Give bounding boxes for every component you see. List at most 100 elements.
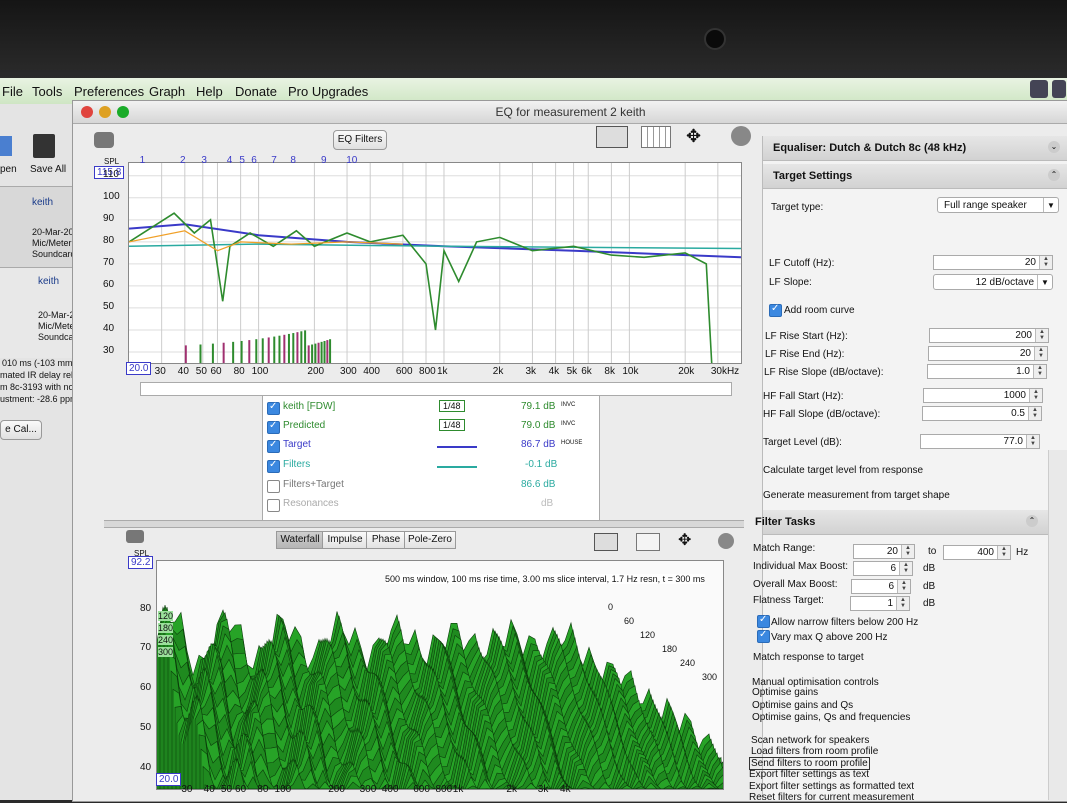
equaliser-header[interactable]: Equaliser: Dutch & Dutch 8c (48 kHz) ⌄: [763, 136, 1067, 161]
camera-icon[interactable]: [94, 132, 114, 148]
tab-impulse[interactable]: Impulse: [322, 531, 368, 549]
allow-narrow-filters-checkbox[interactable]: [757, 614, 770, 628]
individual-max-boost-field[interactable]: 6 ▲ ▼: [853, 561, 913, 576]
load-filters-button[interactable]: Load filters from room profile: [751, 746, 878, 757]
waterfall-plot[interactable]: [156, 560, 724, 790]
stepper-icon[interactable]: ▲ ▼: [1039, 256, 1052, 269]
panel-scrollbar[interactable]: [1048, 450, 1067, 800]
scan-network-button[interactable]: Scan network for speakers: [751, 735, 869, 746]
splitter[interactable]: [104, 520, 744, 528]
waterfall-blank-icon[interactable]: [636, 533, 660, 551]
target-settings-header[interactable]: Target Settings ⌃: [763, 164, 1067, 189]
stepper-icon[interactable]: ▲ ▼: [899, 562, 912, 575]
waterfall-x-tick: 30: [181, 784, 193, 795]
menu-graph[interactable]: Graph: [149, 84, 185, 99]
stepper-icon[interactable]: ▲ ▼: [1034, 347, 1047, 360]
hf-fall-slope-field[interactable]: 0.5 ▲ ▼: [922, 406, 1042, 421]
stepper-icon[interactable]: ▲ ▼: [1033, 365, 1046, 378]
stepper-icon[interactable]: ▲ ▼: [1026, 435, 1039, 448]
hf-fall-start-field[interactable]: 1000 ▲ ▼: [923, 388, 1043, 403]
gear-icon[interactable]: [731, 126, 751, 146]
lf-cutoff-field[interactable]: 20 ▲ ▼: [933, 255, 1053, 270]
open-icon[interactable]: [0, 136, 12, 156]
chevron-up-icon[interactable]: ⌃: [1026, 515, 1038, 527]
waterfall-gear-icon[interactable]: [718, 533, 734, 549]
tab-pole-zero[interactable]: Pole-Zero: [404, 531, 456, 549]
stepper-icon[interactable]: ▲ ▼: [1029, 389, 1042, 402]
legend-predicted-checkbox[interactable]: [267, 420, 280, 434]
chevron-up-icon[interactable]: ⌃: [1048, 169, 1060, 181]
match-range-from-field[interactable]: 20 ▲ ▼: [853, 544, 915, 559]
cloud-icon[interactable]: [1030, 80, 1048, 98]
waterfall-camera-icon[interactable]: [126, 530, 144, 543]
stepper-icon[interactable]: ▲ ▼: [997, 546, 1010, 559]
measurement-1-mic: Mic/Meter:: [32, 238, 75, 248]
layout-icon[interactable]: [596, 126, 628, 148]
menu-help[interactable]: Help: [196, 84, 223, 99]
legend-target-checkbox[interactable]: [267, 439, 280, 453]
legend-target-line: [437, 446, 477, 448]
legend-measurement-smoothing[interactable]: 1/48: [439, 400, 465, 412]
stepper-icon[interactable]: ▲ ▼: [901, 545, 914, 558]
waterfall-spl-max[interactable]: 92.2: [128, 556, 154, 569]
legend-filters-target-checkbox[interactable]: [267, 480, 280, 493]
vary-max-q-checkbox[interactable]: [757, 629, 770, 643]
save-all-icon[interactable]: [33, 134, 55, 158]
menu-donate[interactable]: Donate: [235, 84, 277, 99]
eq-filters-button[interactable]: EQ Filters: [333, 130, 387, 150]
lf-rise-end-field[interactable]: 20 ▲ ▼: [928, 346, 1048, 361]
eq-graph-plot[interactable]: [128, 162, 742, 364]
info-line-4: ustment: -28.6 ppm: [0, 394, 78, 404]
legend-filters-checkbox[interactable]: [267, 459, 280, 473]
target-type-select[interactable]: Full range speaker ▼: [937, 197, 1059, 213]
waterfall-layout-icon[interactable]: [594, 533, 618, 551]
match-range-to-field[interactable]: 400 ▲ ▼: [943, 545, 1011, 560]
columns-icon[interactable]: [641, 126, 671, 148]
tab-waterfall[interactable]: Waterfall: [276, 531, 324, 549]
stepper-icon[interactable]: ▲ ▼: [1028, 407, 1041, 420]
lf-rise-slope-field[interactable]: 1.0 ▲ ▼: [927, 364, 1047, 379]
waterfall-slice-label: 300: [702, 672, 718, 682]
eq-x-start[interactable]: 20.0: [126, 362, 152, 375]
match-range-to-value: 400: [977, 547, 994, 558]
calculate-target-level-button[interactable]: Calculate target level from response: [763, 465, 923, 476]
match-response-button[interactable]: Match response to target: [753, 652, 864, 663]
stepper-icon[interactable]: ▲ ▼: [1035, 329, 1048, 342]
stepper-icon[interactable]: ▲ ▼: [897, 580, 910, 593]
waterfall-x-start[interactable]: 20.0: [156, 773, 182, 786]
stepper-icon[interactable]: ▲ ▼: [896, 597, 909, 610]
calibration-button[interactable]: e Cal...: [0, 420, 42, 440]
flatness-target-field[interactable]: 1 ▲ ▼: [850, 596, 910, 611]
target-level-field[interactable]: 77.0 ▲ ▼: [920, 434, 1040, 449]
menu-file[interactable]: File: [2, 84, 23, 99]
legend-predicted-smoothing[interactable]: 1/48: [439, 419, 465, 431]
allow-narrow-filters-label: Allow narrow filters below 200 Hz: [771, 617, 919, 628]
waterfall-move-arrows-icon[interactable]: ✥: [678, 530, 691, 550]
measurement-item-2[interactable]: keith 20-Mar-20 Mic/Meter: I Soundcard: [0, 268, 85, 358]
overall-max-boost-field[interactable]: 6 ▲ ▼: [851, 579, 911, 594]
optimise-gains-button[interactable]: Optimise gains: [752, 687, 818, 698]
move-arrows-icon[interactable]: ✥: [686, 126, 701, 147]
menu-tools[interactable]: Tools: [32, 84, 62, 99]
tab-phase[interactable]: Phase: [366, 531, 406, 549]
legend-row-target: Target 86.7 dB HOUSE: [267, 438, 597, 456]
legend-resonances-checkbox[interactable]: [267, 499, 280, 512]
export-text-button[interactable]: Export filter settings as text: [749, 769, 869, 780]
add-room-curve-checkbox[interactable]: [769, 303, 782, 317]
chevron-down-icon[interactable]: ⌄: [1048, 141, 1060, 153]
menu-pro-upgrades[interactable]: Pro Upgrades: [288, 84, 368, 99]
reset-filters-button[interactable]: Reset filters for current measurement: [749, 792, 914, 803]
generate-measurement-button[interactable]: Generate measurement from target shape: [763, 490, 950, 501]
legend-measurement-checkbox[interactable]: [267, 401, 280, 415]
filter-tasks-header[interactable]: Filter Tasks ⌃: [755, 510, 1067, 535]
optimise-gains-qs-frequencies-button[interactable]: Optimise gains, Qs and frequencies: [752, 712, 910, 723]
eq-horizontal-scrollbar[interactable]: [140, 382, 732, 396]
optimise-gains-qs-button[interactable]: Optimise gains and Qs: [752, 700, 853, 711]
waterfall-time-label: 120: [158, 611, 174, 621]
measurement-item-1[interactable]: keith 20-Mar-20 Mic/Meter: Soundcard: [0, 186, 80, 268]
lf-slope-select[interactable]: 12 dB/octave ▼: [933, 274, 1053, 290]
export-formatted-button[interactable]: Export filter settings as formatted text: [749, 781, 914, 792]
status-icon[interactable]: [1052, 80, 1066, 98]
menu-preferences[interactable]: Preferences: [74, 84, 144, 99]
lf-rise-start-field[interactable]: 200 ▲ ▼: [929, 328, 1049, 343]
